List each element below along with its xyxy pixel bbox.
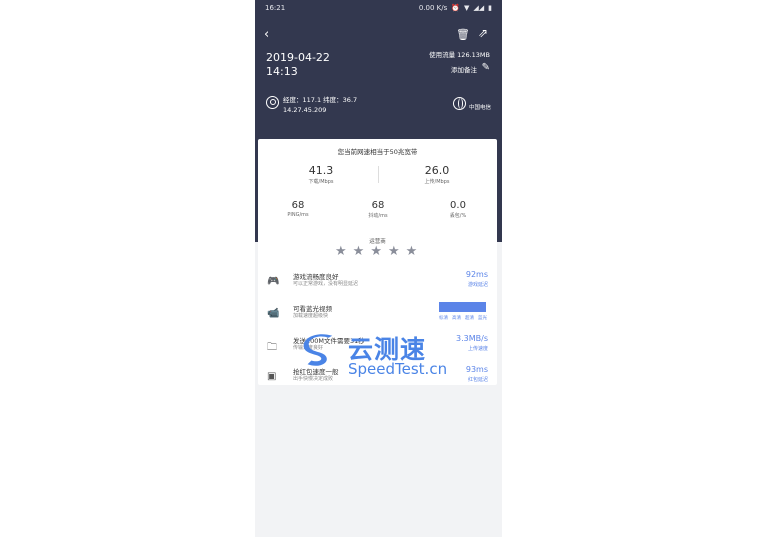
quality-label: 超清 (465, 316, 474, 321)
phone-screen: 16:21 0.00 K/s ⏰ ▼ ◢◢ ▮ ‹ 🗑 ⇗ 2019-04-22… (255, 0, 502, 537)
signal-icon: ◢◢ (473, 4, 485, 12)
globe-icon (453, 97, 466, 110)
speedtest-watermark: 云测速 SpeedTest.cn (300, 330, 460, 380)
test-time: 14:13 (266, 65, 298, 78)
speedtest-logo-icon (303, 334, 333, 366)
star-icon[interactable]: ★ (353, 245, 365, 259)
battery-icon: ▮ (488, 4, 492, 12)
list-item-game: 🎮 游戏流畅度良好 可以正常游戏，没有明显延迟 92ms 游戏延迟 (258, 269, 497, 299)
add-remark-button[interactable]: 添加备注 (451, 64, 477, 74)
pen-icon[interactable]: ✎ (482, 62, 490, 73)
star-icon[interactable]: ★ (335, 245, 347, 259)
watermark-en: SpeedTest.cn (348, 360, 448, 378)
row-value-label: 上传速度 (467, 346, 488, 352)
isp-name: 中国电信 (468, 105, 491, 111)
share-icon[interactable]: ⇗ (478, 27, 488, 40)
ip-address: 14.27.45.209 (283, 106, 327, 114)
location-icon (266, 96, 279, 109)
coordinates: 经度：117.1 纬度：36.7 (283, 96, 358, 104)
row-value: 93ms (465, 365, 488, 374)
loss-value: 0.0 (450, 200, 466, 211)
redpacket-icon: ▣ (267, 371, 277, 382)
upload-value: 26.0 (424, 164, 450, 177)
speed-divider (378, 166, 379, 183)
download-value: 41.3 (308, 164, 334, 177)
video-icon: 📹 (267, 308, 280, 319)
star-icon[interactable]: ★ (388, 245, 400, 259)
quality-label: 蓝光 (478, 316, 487, 321)
download-label: 下载/Mbps (308, 179, 334, 185)
back-icon[interactable]: ‹ (264, 28, 269, 41)
net-speed: 0.00 K/s (418, 4, 448, 12)
quality-label: 高清 (452, 316, 461, 321)
row-value-label: 游戏延迟 (467, 282, 488, 288)
trash-icon[interactable]: 🗑 (456, 28, 470, 41)
data-usage: 使用流量 126.13MB (429, 51, 490, 59)
alarm-icon: ⏰ (451, 4, 460, 12)
wifi-icon: ▼ (463, 4, 470, 12)
ping-value: 68 (291, 200, 305, 211)
operator-rating[interactable]: ★ ★ ★ ★ ★ (335, 245, 425, 259)
video-quality-labels: 标清 高清 超清 蓝光 (439, 315, 487, 321)
row-value: 92ms (465, 270, 488, 279)
row-subtitle: 可以正常游戏，没有明显延迟 (293, 281, 359, 287)
bandwidth-title: 您当前网速相当于50兆宽带 (337, 148, 418, 156)
jitter-label: 抖动/ms (368, 213, 388, 219)
star-icon[interactable]: ★ (370, 245, 382, 259)
upload-label: 上传/Mbps (424, 179, 450, 185)
status-bar: 16:21 0.00 K/s ⏰ ▼ ◢◢ ▮ (265, 4, 492, 16)
ping-label: PING/ms (287, 212, 309, 218)
loss-label: 丢包/% (449, 213, 467, 219)
row-subtitle: 加载速度超级快 (293, 313, 329, 319)
video-quality-bar (439, 302, 486, 312)
row-value: 3.3MB/s (456, 334, 488, 343)
status-time: 16:21 (265, 4, 286, 12)
row-value-label: 红包延迟 (467, 377, 488, 383)
test-date: 2019-04-22 (266, 51, 330, 64)
folder-icon: 🗀 (267, 342, 277, 353)
gamepad-icon: 🎮 (267, 276, 280, 287)
list-item-video: 📹 可看蓝光视频 加载速度超级快 标清 高清 超清 蓝光 (258, 301, 497, 331)
status-right: 0.00 K/s ⏰ ▼ ◢◢ ▮ (419, 4, 492, 12)
jitter-value: 68 (371, 200, 385, 211)
star-icon[interactable]: ★ (406, 245, 418, 259)
quality-label: 标清 (439, 316, 448, 321)
